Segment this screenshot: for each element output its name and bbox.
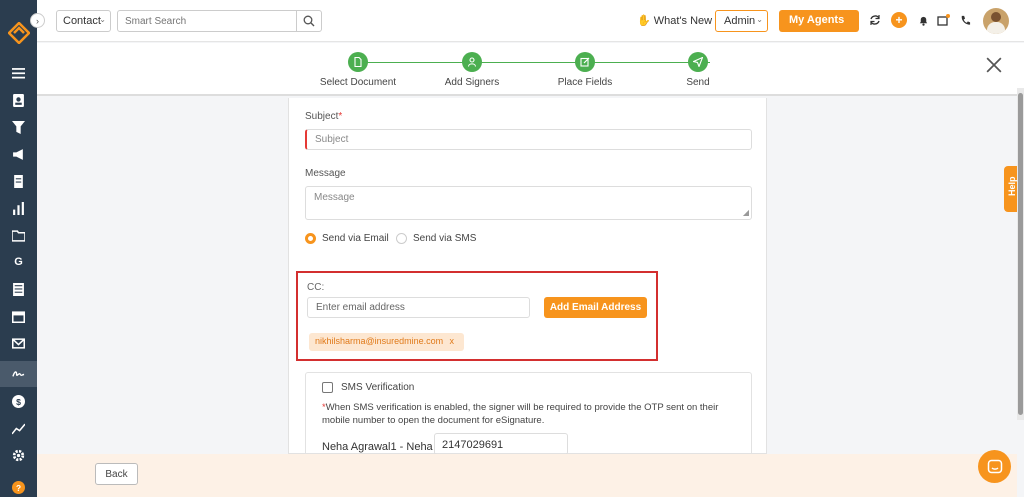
send-icon xyxy=(688,52,708,72)
smart-search-input[interactable] xyxy=(117,10,297,32)
page-scrollbar[interactable] xyxy=(1017,88,1024,420)
cc-email-placeholder: Enter email address xyxy=(316,302,405,313)
subject-placeholder: Subject xyxy=(315,134,349,145)
step-send[interactable]: Send xyxy=(653,52,743,88)
sidebar-contacts-icon[interactable] xyxy=(0,87,37,113)
radio-unselected-icon xyxy=(396,233,407,244)
search-button[interactable] xyxy=(296,10,322,32)
step-label: Select Document xyxy=(319,77,397,88)
footer-bar: Back xyxy=(37,454,1017,497)
sidebar-help-icon[interactable]: ? xyxy=(0,474,37,497)
sidebar-megaphone-icon[interactable] xyxy=(0,141,37,167)
svg-text:$: $ xyxy=(16,396,21,406)
subject-label-text: Subject xyxy=(305,111,339,122)
send-form-card: Subject* Subject Message Message ◢ Send … xyxy=(288,98,767,462)
radio-selected-icon xyxy=(305,233,316,244)
step-label: Place Fields xyxy=(557,77,613,88)
step-add-signers[interactable]: Add Signers xyxy=(427,52,517,88)
sidebar-signature-icon[interactable] xyxy=(0,361,37,387)
add-icon[interactable]: + xyxy=(891,12,907,28)
step-label: Send xyxy=(686,77,710,88)
back-button[interactable]: Back xyxy=(95,463,138,485)
cc-email-chip: nikhilsharma@insuredmine.com x xyxy=(309,333,464,351)
required-marker: * xyxy=(338,111,343,122)
sidebar-expand-button[interactable]: › xyxy=(30,13,45,28)
sidebar-trend-icon[interactable] xyxy=(0,415,37,441)
sidebar-filter-icon[interactable] xyxy=(0,114,37,140)
chat-launcher-button[interactable] xyxy=(978,450,1011,483)
message-label: Message xyxy=(305,168,346,179)
sidebar-settings-icon[interactable] xyxy=(0,442,37,468)
radio-send-sms[interactable]: Send via SMS xyxy=(396,233,476,244)
edit-icon xyxy=(575,52,595,72)
sidebar: G $ ? xyxy=(0,0,37,497)
sidebar-list-icon[interactable] xyxy=(0,60,37,86)
chevron-down-icon: ⌄ xyxy=(99,15,106,24)
sidebar-document-icon[interactable] xyxy=(0,168,37,194)
contact-type-label: Contact xyxy=(63,15,101,27)
close-icon[interactable] xyxy=(986,57,1002,73)
cc-section: CC: Enter email address Add Email Addres… xyxy=(296,271,658,361)
hand-icon: ✋ xyxy=(637,15,651,27)
search-icon xyxy=(303,15,315,27)
top-bar: Contact ⌄ ✋ What's New Admin ⌄ My Agents… xyxy=(37,0,1024,42)
app-logo[interactable] xyxy=(8,22,30,44)
sidebar-dollar-icon[interactable]: $ xyxy=(0,388,37,414)
sidebar-calendar-icon[interactable] xyxy=(0,303,37,329)
bell-icon[interactable] xyxy=(915,12,931,28)
phone-icon[interactable] xyxy=(957,12,973,28)
radio-email-label: Send via Email xyxy=(322,233,389,244)
cc-email-chip-text: nikhilsharma@insuredmine.com xyxy=(315,336,444,346)
message-textarea[interactable]: Message ◢ xyxy=(305,186,752,220)
signer-phone-input[interactable]: 2147029691 xyxy=(434,433,568,455)
user-icon xyxy=(462,52,482,72)
step-label: Add Signers xyxy=(444,77,500,88)
sms-verification-note: *When SMS verification is enabled, the s… xyxy=(322,401,742,427)
contact-type-select[interactable]: Contact ⌄ xyxy=(56,10,111,32)
chevron-down-icon: ⌄ xyxy=(792,28,799,37)
admin-label: Admin xyxy=(724,15,756,27)
add-email-address-button[interactable]: Add Email Address xyxy=(544,297,647,318)
cc-email-input[interactable]: Enter email address xyxy=(307,297,530,318)
admin-select[interactable]: Admin ⌄ xyxy=(715,10,768,32)
message-placeholder: Message xyxy=(314,192,355,203)
sms-note-text: When SMS verification is enabled, the si… xyxy=(322,402,719,426)
radio-send-email[interactable]: Send via Email xyxy=(305,233,389,244)
signature-steps: Select Document Add Signers Place Fields… xyxy=(37,43,1024,96)
subject-label: Subject* xyxy=(305,111,342,122)
cc-label: CC: xyxy=(307,282,325,293)
remove-chip-button[interactable]: x xyxy=(450,336,455,346)
user-avatar[interactable] xyxy=(983,8,1009,34)
radio-sms-label: Send via SMS xyxy=(413,233,477,244)
my-agents-label: My Agents xyxy=(789,14,845,26)
chevron-down-icon: ⌄ xyxy=(756,15,763,24)
sidebar-table-icon[interactable] xyxy=(0,276,37,302)
subject-input[interactable]: Subject xyxy=(305,129,752,150)
sms-verification-label: SMS Verification xyxy=(341,382,415,393)
sidebar-google-icon[interactable]: G xyxy=(0,249,37,275)
scrollbar-thumb[interactable] xyxy=(1018,93,1023,415)
inbox-icon[interactable] xyxy=(935,12,951,28)
svg-text:?: ? xyxy=(16,482,21,492)
sms-verification-section: SMS Verification *When SMS verification … xyxy=(305,372,752,462)
sidebar-chart-icon[interactable] xyxy=(0,195,37,221)
signer-phone-value: 2147029691 xyxy=(442,439,504,451)
sms-verification-checkbox[interactable] xyxy=(322,382,333,393)
chat-icon xyxy=(987,459,1002,473)
my-agents-button[interactable]: My Agents ⌄ xyxy=(779,10,859,37)
refresh-icon[interactable] xyxy=(867,12,883,28)
signer-name: Neha Agrawal1 - Neha xyxy=(322,441,433,453)
step-place-fields[interactable]: Place Fields xyxy=(540,52,630,88)
help-tab-label: Help xyxy=(1007,176,1017,196)
step-select-document[interactable]: Select Document xyxy=(313,52,403,88)
resize-handle-icon[interactable]: ◢ xyxy=(743,208,749,217)
whats-new-label: What's New xyxy=(653,15,713,27)
sidebar-mail-icon[interactable] xyxy=(0,330,37,356)
sidebar-folder-icon[interactable] xyxy=(0,222,37,248)
document-icon xyxy=(348,52,368,72)
whats-new-link[interactable]: ✋ What's New xyxy=(637,14,712,27)
